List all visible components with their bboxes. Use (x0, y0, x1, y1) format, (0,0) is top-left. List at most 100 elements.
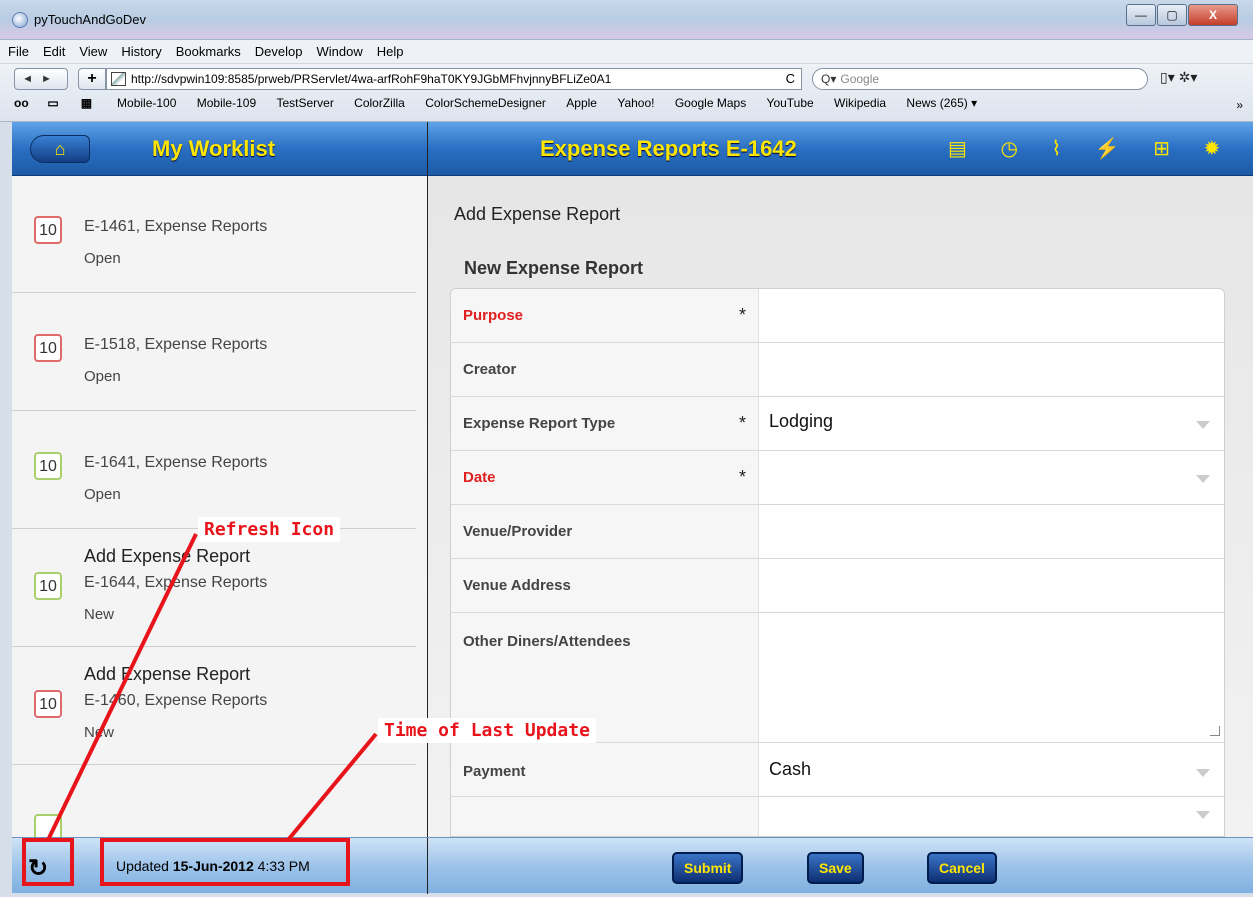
bookmark-colorschemedesigner[interactable]: ColorSchemeDesigner (425, 96, 546, 110)
menu-edit[interactable]: Edit (35, 40, 71, 59)
close-window-button[interactable]: X (1188, 4, 1238, 26)
venue-address-input[interactable] (760, 559, 1224, 612)
section-title: New Expense Report (464, 258, 644, 278)
search-icon: Q▾ (821, 72, 837, 86)
reading-list-icon[interactable]: oo (14, 96, 30, 110)
browser-app-icon (12, 12, 28, 28)
url-text: http://sdvpwin109:8585/prweb/PRServlet/4… (131, 72, 612, 86)
chevron-down-icon[interactable] (1196, 475, 1210, 483)
chevron-down-icon[interactable] (1196, 811, 1210, 819)
save-button[interactable]: Save (807, 852, 864, 884)
cancel-button[interactable]: Cancel (927, 852, 997, 884)
required-marker: * (739, 467, 747, 487)
list-item-subtitle: E-1641, Expense Reports (84, 454, 268, 471)
priority-badge: 10 (34, 572, 62, 600)
list-item[interactable]: 10 E-1461, Expense Reports Open (12, 176, 416, 293)
top-sites-grid-icon[interactable]: ▦ (81, 96, 97, 110)
search-input[interactable]: Q▾ Google (812, 68, 1148, 90)
menu-view[interactable]: View (71, 40, 113, 59)
list-item[interactable]: Add Expense Report 10 E-1644, Expense Re… (12, 530, 416, 647)
address-bar[interactable]: http://sdvpwin109:8585/prweb/PRServlet/4… (106, 68, 802, 90)
field-label: Payment (463, 763, 526, 780)
page-gear-menu-icons[interactable]: ▯▾ ✲▾ (1160, 69, 1197, 86)
pane-divider (427, 838, 428, 894)
menu-window[interactable]: Window (309, 40, 369, 59)
bookmarks-book-icon[interactable]: ▭ (47, 96, 63, 110)
form-row-expense-type: Expense Report Type * Lodging (451, 397, 1224, 451)
purpose-input[interactable] (760, 289, 1224, 342)
menu-help[interactable]: Help (369, 40, 410, 59)
bookmark-wikipedia[interactable]: Wikipedia (834, 96, 886, 110)
list-item-status: Open (84, 368, 121, 385)
list-item-title: Add Expense Report (84, 664, 251, 684)
menu-bookmarks[interactable]: Bookmarks (168, 40, 247, 59)
field-label: Venue/Provider (463, 523, 573, 540)
priority-badge: 10 (34, 216, 62, 244)
list-item-status: Open (84, 486, 121, 503)
submit-button[interactable]: Submit (672, 852, 744, 884)
bookmark-news[interactable]: News (265) ▾ (906, 96, 977, 110)
form-row-purpose: Purpose * (451, 289, 1224, 343)
annotation-refresh-label: Refresh Icon (198, 517, 341, 542)
bookmarks-overflow-icon[interactable]: » (1236, 98, 1243, 112)
expense-type-select[interactable]: Lodging (769, 411, 833, 432)
list-item-status: New (84, 606, 115, 623)
field-label: Expense Report Type (463, 415, 616, 432)
worklist-title: My Worklist (152, 136, 276, 161)
bookmark-colorzilla[interactable]: ColorZilla (354, 96, 405, 110)
date-input[interactable] (760, 451, 1186, 504)
list-item[interactable]: Add Expense Report 10 E-1460, Expense Re… (12, 648, 416, 765)
venue-provider-input[interactable] (760, 505, 1224, 558)
form-row-venue-address: Venue Address (451, 559, 1224, 613)
bookmark-apple[interactable]: Apple (566, 96, 597, 110)
form-row-venue-provider: Venue/Provider (451, 505, 1224, 559)
field-label: Date (463, 469, 496, 486)
chevron-down-icon[interactable] (1196, 421, 1210, 429)
expense-form: Purpose * Creator Expense Report Type * … (450, 288, 1225, 837)
page-title: Add Expense Report (454, 204, 621, 224)
maximize-button[interactable]: ▢ (1157, 4, 1187, 26)
bookmark-youtube[interactable]: YouTube (767, 96, 814, 110)
attendees-textarea[interactable] (760, 613, 1224, 742)
priority-badge: 10 (34, 452, 62, 480)
form-row-payment: Payment Cash (451, 743, 1224, 797)
field-label: Other Diners/Attendees (463, 633, 631, 650)
field-label: Creator (463, 361, 517, 378)
bookmark-mobile-109[interactable]: Mobile-109 (197, 96, 256, 110)
field-label: Venue Address (463, 577, 571, 594)
home-icon[interactable]: ⌂ (30, 135, 90, 163)
list-item[interactable] (12, 766, 416, 842)
add-bookmark-button[interactable]: + (78, 68, 106, 90)
bookmark-google-maps[interactable]: Google Maps (675, 96, 746, 110)
list-item[interactable]: 10 E-1518, Expense Reports Open (12, 294, 416, 411)
minimize-button[interactable]: — (1126, 4, 1156, 26)
menu-develop[interactable]: Develop (247, 40, 309, 59)
creator-input[interactable] (760, 343, 1224, 396)
chevron-down-icon[interactable] (1196, 769, 1210, 777)
menu-history[interactable]: History (113, 40, 167, 59)
list-item-subtitle: E-1460, Expense Reports (84, 692, 268, 709)
menu-file[interactable]: File (0, 40, 35, 59)
bookmark-testserver[interactable]: TestServer (276, 96, 333, 110)
worklist-pane: 10 E-1461, Expense Reports Open 10 E-151… (12, 176, 428, 842)
case-title: Expense Reports E-1642 (540, 136, 797, 161)
browser-toolbar: ◄► + http://sdvpwin109:8585/prweb/PRServ… (0, 64, 1253, 122)
list-item-subtitle: E-1461, Expense Reports (84, 218, 268, 235)
resize-grip-icon[interactable] (1210, 726, 1220, 736)
priority-badge: 10 (34, 690, 62, 718)
window-title: pyTouchAndGoDev (34, 12, 147, 27)
search-placeholder: Google (840, 72, 880, 86)
payment-select[interactable]: Cash (769, 759, 811, 780)
favicon-icon (111, 72, 126, 86)
bookmark-mobile-100[interactable]: Mobile-100 (117, 96, 176, 110)
field-label: Purpose (463, 307, 524, 324)
back-forward-buttons[interactable]: ◄► (14, 68, 68, 90)
reload-icon[interactable]: C (786, 69, 795, 89)
case-action-icons[interactable]: ▤ ◷ ⌇ ⚡ ⊞ ✹ (948, 136, 1234, 161)
list-item[interactable]: 10 E-1641, Expense Reports Open (12, 412, 416, 529)
list-item-title: Add Expense Report (84, 546, 251, 566)
annotation-last-update-label: Time of Last Update (378, 718, 596, 743)
priority-badge: 10 (34, 334, 62, 362)
refresh-highlight-box (22, 838, 74, 886)
bookmark-yahoo[interactable]: Yahoo! (617, 96, 654, 110)
